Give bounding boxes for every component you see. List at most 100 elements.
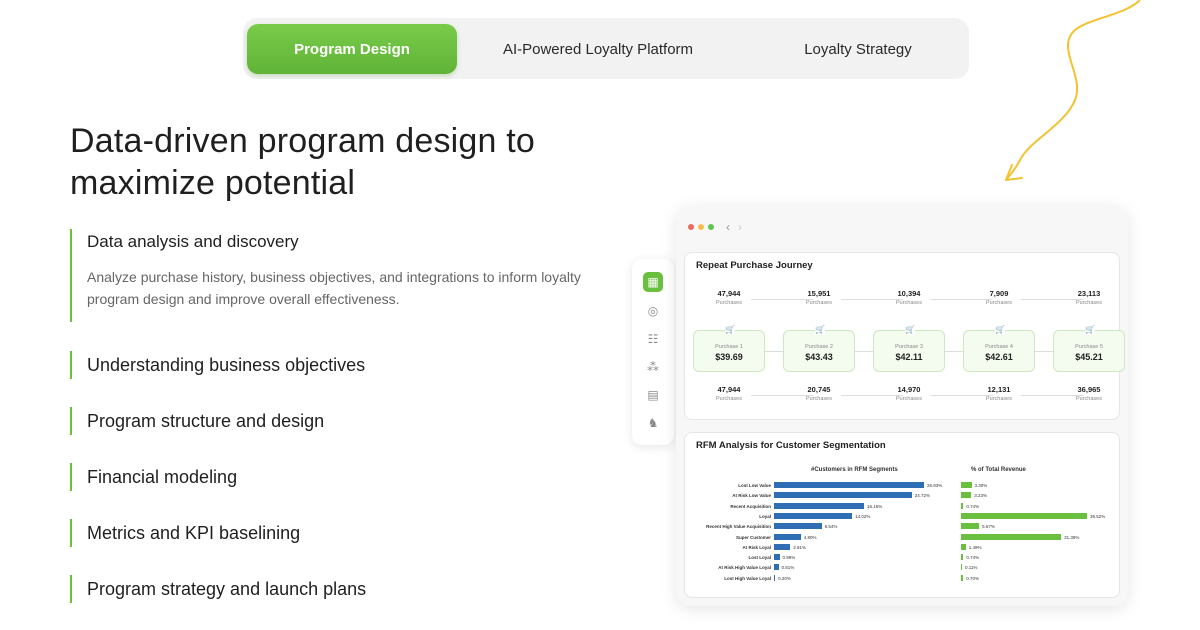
repeat-purchase-journey-card: Repeat Purchase Journey 47,944 Purchases 1… <box>684 252 1125 420</box>
revenue-bar[interactable] <box>961 482 972 488</box>
purchase-count: 12,131 <box>987 385 1011 394</box>
revenue-bar[interactable] <box>961 492 972 499</box>
dashboard-sidebar: ▦ ◎ ☷ ⁂ ▤ ♞ <box>632 259 674 445</box>
customers-chart-header: #Customers in RFM Segments <box>811 467 898 473</box>
feature-item-business-objectives[interactable]: Understanding business objectives <box>70 351 365 379</box>
purchase-count-label: Purchases <box>716 396 742 402</box>
customers-bar[interactable] <box>774 554 780 561</box>
segment-label: Super Customer <box>735 534 771 540</box>
segment-label: Loyal <box>759 513 771 519</box>
purchase-count: 15,951 <box>807 289 831 298</box>
purchase-count: 10,394 <box>897 289 921 298</box>
revenue-bar[interactable] <box>961 512 1087 519</box>
target-icon[interactable]: ◎ <box>643 301 663 321</box>
feature-title: Understanding business objectives <box>87 355 366 375</box>
maximize-dot-icon[interactable] <box>708 224 714 230</box>
customers-bar[interactable] <box>774 564 779 571</box>
revenue-bar[interactable] <box>961 574 964 581</box>
tab-bar: Program Design AI-Powered Loyalty Platfo… <box>243 18 969 79</box>
customers-value-label: 16.16% <box>867 503 883 509</box>
revenue-value-label: 0.74% <box>966 555 980 561</box>
revenue-bar[interactable] <box>961 502 964 509</box>
purchase-count: 36,965 <box>1077 385 1101 394</box>
purchase-step-label: Purchase 5 <box>1075 344 1103 350</box>
purchase-count: 7,909 <box>989 289 1009 298</box>
cart-icon: 🛒 <box>725 325 735 335</box>
customers-bar[interactable] <box>774 492 912 499</box>
journey-bottom-node: 14,970 Purchases <box>879 385 939 415</box>
revenue-bar[interactable] <box>961 533 1062 540</box>
customers-value-label: 26.93% <box>927 483 943 488</box>
journey-top-node: 23,113 Purchases <box>1059 289 1119 319</box>
purchase-count-label: Purchases <box>896 300 922 306</box>
purchase-count-label: Purchases <box>1076 300 1102 306</box>
rfm-analysis-card: RFM Analysis for Customer Segmentation #… <box>684 432 1120 598</box>
segment-label: Recent High Value Acquisition <box>706 524 771 530</box>
window-controls: ‹ › <box>688 220 742 234</box>
close-dot-icon[interactable] <box>688 224 694 230</box>
minimize-dot-icon[interactable] <box>698 224 704 230</box>
revenue-bar[interactable] <box>961 554 964 561</box>
page-title: Data-driven program design to maximize p… <box>70 122 536 202</box>
customers-bar[interactable] <box>774 523 822 530</box>
purchase-count: 47,944 <box>717 385 741 394</box>
journey-top-node: 15,951 Purchases <box>789 289 849 319</box>
dashboard-icon[interactable]: ▦ <box>643 272 663 292</box>
revenue-value-label: 39.52% <box>1090 513 1106 519</box>
hierarchy-icon[interactable]: ☷ <box>643 329 663 349</box>
purchase-step[interactable]: 🛒 Purchase 1 $39.69 <box>693 325 765 372</box>
customers-bar[interactable] <box>774 482 924 488</box>
tab-ai-powered-loyalty-platform[interactable]: AI-Powered Loyalty Platform <box>463 24 733 74</box>
purchase-count-label: Purchases <box>716 300 742 306</box>
purchase-count: 47,944 <box>717 289 741 298</box>
customers-bar[interactable] <box>774 533 801 540</box>
journey-top-node: 47,944 Purchases <box>699 289 759 319</box>
customers-value-label: 2.91% <box>793 544 806 550</box>
purchase-step-label: Purchase 1 <box>715 344 743 350</box>
purchase-step[interactable]: 🛒 Purchase 4 $42.61 <box>963 325 1035 372</box>
analytics-icon[interactable]: ⁂ <box>643 357 663 377</box>
feature-title: Program structure and design <box>87 411 325 431</box>
purchase-count: 23,113 <box>1077 289 1101 298</box>
purchase-count: 20,745 <box>807 385 831 394</box>
journey-bottom-node: 12,131 Purchases <box>969 385 1029 415</box>
feature-item-metrics-kpi[interactable]: Metrics and KPI baselining <box>70 519 300 547</box>
cart-icon: 🛒 <box>995 325 1005 335</box>
chevron-right-icon[interactable]: › <box>738 220 742 234</box>
segment-label: At Risk High Value Loyal <box>718 565 771 571</box>
chevron-left-icon[interactable]: ‹ <box>726 220 730 234</box>
revenue-bar[interactable] <box>961 543 966 550</box>
purchase-step-label: Purchase 2 <box>805 344 833 350</box>
customers-bar[interactable] <box>774 502 864 509</box>
revenue-bar[interactable] <box>961 564 962 571</box>
purchase-step-price: $42.61 <box>985 352 1013 362</box>
purchase-step-label: Purchase 3 <box>895 344 923 350</box>
segment-label: At Risk Low Value <box>732 493 771 499</box>
tab-program-design[interactable]: Program Design <box>247 24 457 74</box>
feature-item-financial-modeling[interactable]: Financial modeling <box>70 463 237 491</box>
customers-bar[interactable] <box>774 543 791 550</box>
card-title: RFM Analysis for Customer Segmentation <box>696 440 886 451</box>
purchase-step[interactable]: 🛒 Purchase 2 $43.43 <box>783 325 855 372</box>
squiggle-arrow-icon <box>1005 0 1141 181</box>
revenue-value-label: 0.11% <box>965 565 978 571</box>
feature-item-data-analysis[interactable]: Data analysis and discovery Analyze purc… <box>70 229 587 322</box>
cart-icon: 🛒 <box>815 325 825 335</box>
revenue-value-label: 3.23% <box>974 493 988 499</box>
purchase-step[interactable]: 🛒 Purchase 3 $42.11 <box>873 325 945 372</box>
feature-item-program-structure[interactable]: Program structure and design <box>70 407 324 435</box>
customers-value-label: 0.20% <box>778 575 791 581</box>
report-icon[interactable]: ▤ <box>643 385 663 405</box>
tab-loyalty-strategy[interactable]: Loyalty Strategy <box>743 24 973 74</box>
segment-label: Lost Low Value <box>738 483 771 488</box>
revenue-bar[interactable] <box>961 523 980 530</box>
purchase-step-price: $39.69 <box>715 352 743 362</box>
customers-bar[interactable] <box>774 512 853 519</box>
purchase-step[interactable]: 🛒 Purchase 5 $45.21 <box>1053 325 1125 372</box>
customers-value-label: 0.81% <box>781 565 795 571</box>
segment-label: Lost High Value Loyal <box>724 575 771 581</box>
customers-bar[interactable] <box>774 574 776 581</box>
feature-item-strategy-launch[interactable]: Program strategy and launch plans <box>70 575 366 603</box>
customers-value-label: 14.02% <box>855 513 871 519</box>
chess-icon[interactable]: ♞ <box>643 413 663 433</box>
